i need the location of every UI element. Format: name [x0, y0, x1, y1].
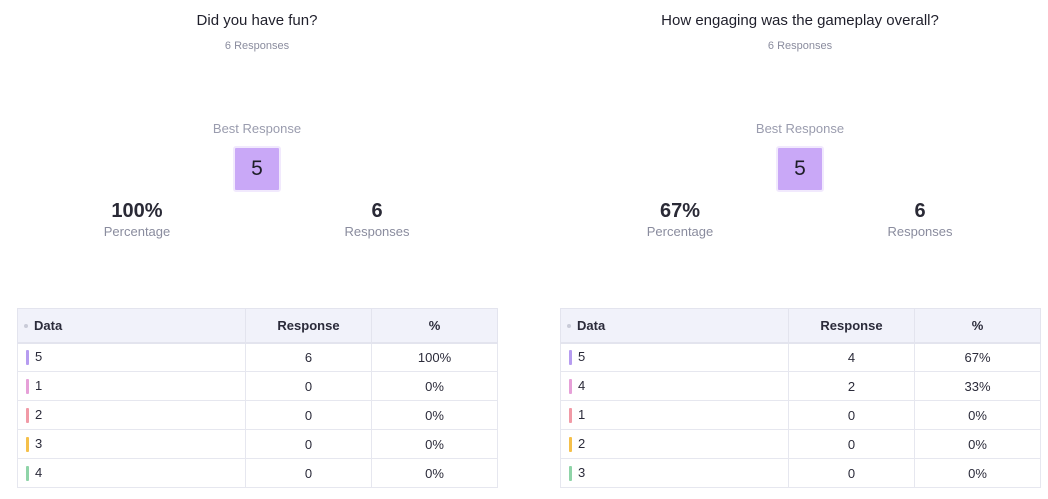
percentage-value: 67% — [659, 200, 701, 222]
response-cell: 0 — [245, 458, 372, 488]
table-row: 4 0 0% — [17, 458, 498, 488]
table-row: 2 0 0% — [560, 429, 1041, 459]
column-header-data[interactable]: Data — [17, 308, 246, 344]
column-header-response[interactable]: Response — [788, 308, 915, 344]
question-title: How engaging was the gameplay overall? — [661, 12, 939, 29]
percent-cell: 0% — [371, 429, 498, 459]
table-header-row: Data Response % — [560, 308, 1041, 344]
response-cell: 0 — [788, 400, 915, 430]
table-row: 3 0 0% — [17, 429, 498, 459]
responses-label: Responses — [887, 224, 953, 239]
percent-cell: 0% — [371, 458, 498, 488]
response-cell: 4 — [788, 342, 915, 372]
percent-cell: 100% — [371, 342, 498, 372]
best-response-label: Best Response — [212, 121, 302, 136]
percentage-stat: 67% Percentage — [610, 198, 750, 240]
color-swatch — [26, 408, 29, 424]
responses-stat: 6 Responses — [307, 198, 447, 240]
sort-indicator-icon — [567, 324, 571, 329]
data-cell: 2 — [17, 400, 246, 430]
response-cell: 0 — [245, 371, 372, 401]
best-response-badge: 5 — [233, 146, 281, 192]
best-response-label: Best Response — [755, 121, 845, 136]
percentage-stat: 100% Percentage — [67, 198, 207, 240]
percent-cell: 0% — [914, 458, 1041, 488]
color-swatch — [26, 437, 29, 453]
survey-results-page: Did you have fun? 6 Responses Best Respo… — [0, 0, 1048, 499]
response-cell: 6 — [245, 342, 372, 372]
color-swatch — [569, 466, 572, 482]
data-cell: 3 — [17, 429, 246, 459]
data-cell: 5 — [17, 342, 246, 372]
percent-cell: 67% — [914, 342, 1041, 372]
response-cell: 0 — [245, 429, 372, 459]
responses-stat: 6 Responses — [850, 198, 990, 240]
question-response-count: 6 Responses — [224, 40, 290, 52]
color-swatch — [569, 379, 572, 395]
percent-cell: 33% — [914, 371, 1041, 401]
color-swatch — [26, 466, 29, 482]
data-cell: 1 — [560, 400, 789, 430]
color-swatch — [26, 350, 29, 366]
table-row: 1 0 0% — [560, 400, 1041, 430]
percentage-label: Percentage — [646, 224, 714, 239]
question-panel-fun: Did you have fun? 6 Responses Best Respo… — [17, 0, 498, 499]
color-swatch — [569, 437, 572, 453]
table-header-row: Data Response % — [17, 308, 498, 344]
table-row: 2 0 0% — [17, 400, 498, 430]
color-swatch — [26, 379, 29, 395]
table-row: 1 0 0% — [17, 371, 498, 401]
percentage-value: 100% — [111, 200, 163, 222]
data-cell: 5 — [560, 342, 789, 372]
results-table: Data Response % 5 6 100% 1 0 0% 2 0 0% 3… — [17, 308, 498, 488]
sort-indicator-icon — [24, 324, 28, 329]
best-response-badge: 5 — [776, 146, 824, 192]
percent-cell: 0% — [371, 400, 498, 430]
responses-label: Responses — [344, 224, 410, 239]
data-cell: 1 — [17, 371, 246, 401]
table-row: 4 2 33% — [560, 371, 1041, 401]
response-cell: 2 — [788, 371, 915, 401]
data-cell: 2 — [560, 429, 789, 459]
data-cell: 4 — [560, 371, 789, 401]
response-cell: 0 — [788, 458, 915, 488]
table-row: 5 4 67% — [560, 342, 1041, 372]
percent-cell: 0% — [914, 429, 1041, 459]
percent-cell: 0% — [914, 400, 1041, 430]
percentage-label: Percentage — [103, 224, 171, 239]
question-response-count: 6 Responses — [767, 40, 833, 52]
response-cell: 0 — [245, 400, 372, 430]
percent-cell: 0% — [371, 371, 498, 401]
data-cell: 3 — [560, 458, 789, 488]
table-row: 5 6 100% — [17, 342, 498, 372]
column-header-percent[interactable]: % — [371, 308, 498, 344]
response-cell: 0 — [788, 429, 915, 459]
data-cell: 4 — [17, 458, 246, 488]
question-title: Did you have fun? — [196, 12, 318, 29]
color-swatch — [569, 350, 572, 366]
column-header-data[interactable]: Data — [560, 308, 789, 344]
table-row: 3 0 0% — [560, 458, 1041, 488]
responses-value: 6 — [914, 200, 926, 222]
results-table: Data Response % 5 4 67% 4 2 33% 1 0 0% 2… — [560, 308, 1041, 488]
responses-value: 6 — [371, 200, 383, 222]
column-header-percent[interactable]: % — [914, 308, 1041, 344]
question-panel-engagement: How engaging was the gameplay overall? 6… — [560, 0, 1041, 499]
color-swatch — [569, 408, 572, 424]
column-header-response[interactable]: Response — [245, 308, 372, 344]
